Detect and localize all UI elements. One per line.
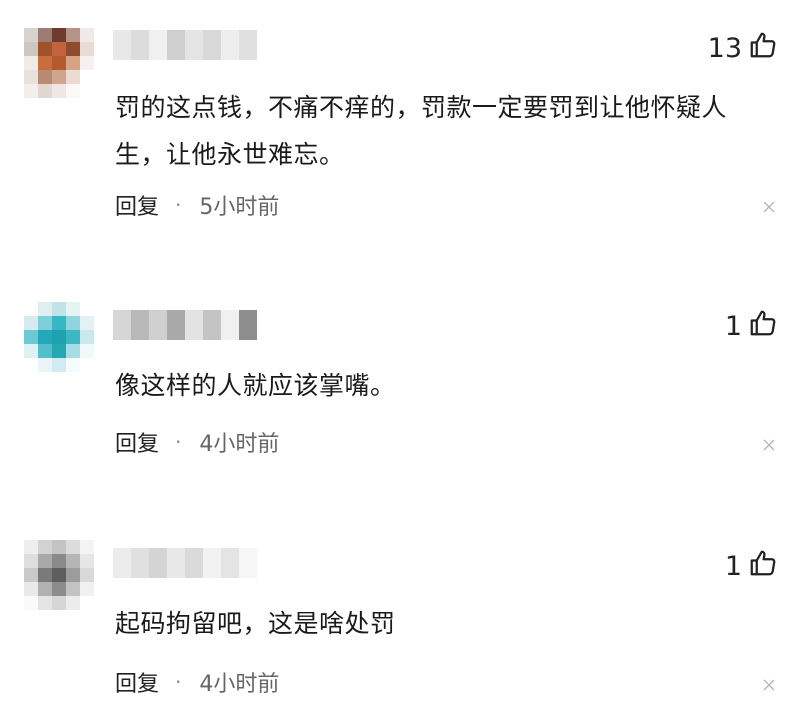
avatar-pixel (80, 568, 94, 582)
avatar-pixel (66, 302, 80, 316)
like-count: 1 (724, 550, 742, 582)
avatar-pixel (24, 316, 38, 330)
avatar-pixel (80, 344, 94, 358)
like-button[interactable]: 1 (725, 549, 778, 583)
username-pixel (149, 310, 167, 340)
username-pixel (185, 310, 203, 340)
comment-text: 起码拘留吧，这是啥处罚 (115, 609, 396, 638)
avatar-pixel (38, 596, 52, 610)
avatar-pixel (66, 582, 80, 596)
avatar-pixel (38, 554, 52, 568)
avatar-pixel (52, 330, 66, 344)
avatar-pixel (80, 302, 94, 316)
username-blurred[interactable] (113, 310, 257, 340)
avatar-pixel (80, 554, 94, 568)
avatar-pixel (66, 316, 80, 330)
avatar-pixel (52, 596, 66, 610)
comment-item: 1 像这样的人就应该掌嘴。 回复 · 4小时前 1 起码拘留吧，这是啥处罚 回复… (0, 0, 810, 726)
avatar-pixel (52, 582, 66, 596)
thumbs-up-icon (748, 548, 778, 585)
username-pixel (167, 310, 185, 340)
avatar-pixel (24, 582, 38, 596)
avatar-pixel (24, 344, 38, 358)
avatar-pixel (38, 540, 52, 554)
avatar-pixel (52, 316, 66, 330)
avatar-pixel (52, 344, 66, 358)
comment-time: 4小时前 (199, 672, 280, 697)
avatar-pixel (80, 540, 94, 554)
avatar-pixel (66, 554, 80, 568)
avatar-pixel (80, 330, 94, 344)
meta-separator: · (175, 430, 182, 454)
avatar-pixel (52, 358, 66, 372)
username-pixel (113, 548, 131, 578)
username-pixel (131, 310, 149, 340)
avatar-pixel (24, 330, 38, 344)
avatar-pixel (52, 540, 66, 554)
username-pixel (113, 310, 131, 340)
comment-meta: 回复 · 4小时前 (115, 427, 279, 457)
avatar-pixel (38, 330, 52, 344)
avatar-pixel (66, 330, 80, 344)
avatar-pixel (66, 568, 80, 582)
avatar-pixel (66, 540, 80, 554)
username-pixel (203, 548, 221, 578)
username-pixel (185, 548, 203, 578)
comment-time: 4小时前 (199, 432, 280, 457)
avatar-pixel (52, 302, 66, 316)
username-blurred[interactable] (113, 548, 257, 578)
close-icon[interactable] (762, 438, 776, 452)
avatar-pixel (66, 596, 80, 610)
avatar[interactable] (24, 540, 94, 610)
like-button[interactable]: 1 (725, 309, 778, 343)
reply-button[interactable]: 回复 (115, 426, 159, 458)
username-pixel (221, 548, 239, 578)
avatar-pixel (66, 344, 80, 358)
avatar-pixel (52, 554, 66, 568)
avatar-pixel (24, 540, 38, 554)
like-count: 1 (724, 310, 742, 342)
username-pixel (203, 310, 221, 340)
reply-button[interactable]: 回复 (115, 666, 159, 698)
avatar-pixel (38, 344, 52, 358)
avatar-pixel (80, 582, 94, 596)
avatar-pixel (38, 568, 52, 582)
comment-meta: 回复 · 4小时前 (115, 667, 279, 697)
thumbs-up-icon (748, 308, 778, 345)
avatar-pixel (24, 596, 38, 610)
avatar-pixel (38, 358, 52, 372)
avatar-pixel (24, 568, 38, 582)
avatar-pixel (38, 316, 52, 330)
username-pixel (221, 310, 239, 340)
avatar-pixel (80, 596, 94, 610)
avatar-pixel (24, 358, 38, 372)
avatar-pixel (66, 358, 80, 372)
avatar-pixel (38, 582, 52, 596)
avatar-pixel (80, 316, 94, 330)
username-pixel (239, 310, 257, 340)
avatar-pixel (38, 302, 52, 316)
username-pixel (239, 548, 257, 578)
avatar-pixel (52, 568, 66, 582)
avatar-pixel (24, 302, 38, 316)
close-icon[interactable] (762, 678, 776, 692)
avatar-pixel (80, 358, 94, 372)
avatar[interactable] (24, 302, 94, 372)
username-pixel (131, 548, 149, 578)
comment-text: 像这样的人就应该掌嘴。 (115, 371, 396, 400)
meta-separator: · (175, 670, 182, 694)
username-pixel (149, 548, 167, 578)
avatar-pixel (24, 554, 38, 568)
username-pixel (167, 548, 185, 578)
